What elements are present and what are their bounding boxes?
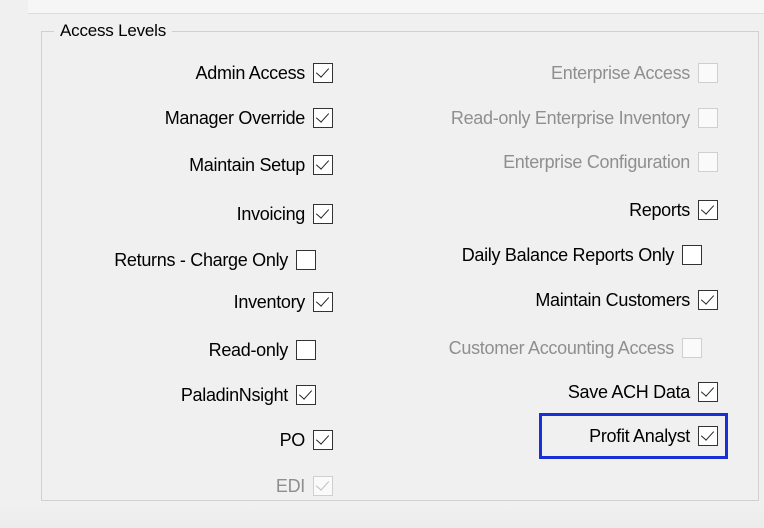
row-enterprise-access: Enterprise Access xyxy=(551,61,718,85)
row-invoicing[interactable]: Invoicing xyxy=(237,202,333,226)
row-read-only[interactable]: Read-only xyxy=(209,338,316,362)
row-manager-override[interactable]: Manager Override xyxy=(165,106,333,130)
checkbox-label: Returns - Charge Only xyxy=(114,249,288,270)
checkbox-label: Admin Access xyxy=(195,62,306,83)
row-returns-charge-only[interactable]: Returns - Charge Only xyxy=(114,248,316,272)
checkbox-label: PaladinNsight xyxy=(180,384,288,405)
edi-checkbox xyxy=(313,476,333,496)
reports-checkbox[interactable] xyxy=(698,200,718,220)
row-maintain-customers[interactable]: Maintain Customers xyxy=(535,288,718,312)
checkbox-label: Maintain Setup xyxy=(189,154,305,175)
checkbox-label: Daily Balance Reports Only xyxy=(461,244,675,265)
row-admin-access[interactable]: Admin Access xyxy=(196,61,333,85)
maintain-customers-checkbox[interactable] xyxy=(698,290,718,310)
paladinnsight-checkbox[interactable] xyxy=(296,385,316,405)
checkbox-label: EDI xyxy=(275,475,305,496)
checkbox-label: Customer Accounting Access xyxy=(448,337,675,358)
checkbox-label: Enterprise Configuration xyxy=(503,151,690,172)
row-read-only-enterprise-inventory: Read-only Enterprise Inventory xyxy=(451,106,718,130)
daily-balance-reports-only-checkbox[interactable] xyxy=(682,245,702,265)
checkbox-label: Manager Override xyxy=(164,107,306,128)
top-panel-edge xyxy=(28,0,764,14)
enterprise-configuration-checkbox xyxy=(698,152,718,172)
groupbox-title: Access Levels xyxy=(54,20,173,42)
checkbox-label: Inventory xyxy=(233,291,306,312)
checkbox-label: Maintain Customers xyxy=(535,289,690,310)
customer-accounting-access-checkbox xyxy=(682,338,702,358)
invoicing-checkbox[interactable] xyxy=(313,204,333,224)
maintain-setup-checkbox[interactable] xyxy=(313,155,333,175)
row-edi: EDI xyxy=(276,474,333,498)
checkbox-label: Enterprise Access xyxy=(551,62,690,83)
checkbox-label: Reports xyxy=(629,199,690,220)
row-customer-accounting-access: Customer Accounting Access xyxy=(449,336,702,360)
checkbox-label: Read-only Enterprise Inventory xyxy=(450,107,690,128)
bottom-panel-edge xyxy=(0,505,764,528)
row-daily-balance-reports-only[interactable]: Daily Balance Reports Only xyxy=(462,243,702,267)
row-inventory[interactable]: Inventory xyxy=(234,290,333,314)
returns-charge-only-checkbox[interactable] xyxy=(296,250,316,270)
po-checkbox[interactable] xyxy=(313,430,333,450)
row-po[interactable]: PO xyxy=(280,428,333,452)
checkbox-label: Save ACH Data xyxy=(567,381,690,402)
admin-access-checkbox[interactable] xyxy=(313,63,333,83)
manager-override-checkbox[interactable] xyxy=(313,108,333,128)
checkbox-label: PO xyxy=(279,429,306,450)
enterprise-access-checkbox xyxy=(698,63,718,83)
row-save-ach-data[interactable]: Save ACH Data xyxy=(568,380,718,404)
save-ach-data-checkbox[interactable] xyxy=(698,382,718,402)
row-reports[interactable]: Reports xyxy=(629,198,718,222)
read-only-checkbox[interactable] xyxy=(296,340,316,360)
row-maintain-setup[interactable]: Maintain Setup xyxy=(189,153,333,177)
inventory-checkbox[interactable] xyxy=(313,292,333,312)
checkbox-label: Read-only xyxy=(208,339,289,360)
row-paladinnsight[interactable]: PaladinNsight xyxy=(181,383,316,407)
row-enterprise-configuration: Enterprise Configuration xyxy=(503,150,718,174)
profit-analyst-highlight-box xyxy=(539,413,728,459)
checkbox-label: Invoicing xyxy=(236,203,306,224)
read-only-enterprise-inventory-checkbox xyxy=(698,108,718,128)
